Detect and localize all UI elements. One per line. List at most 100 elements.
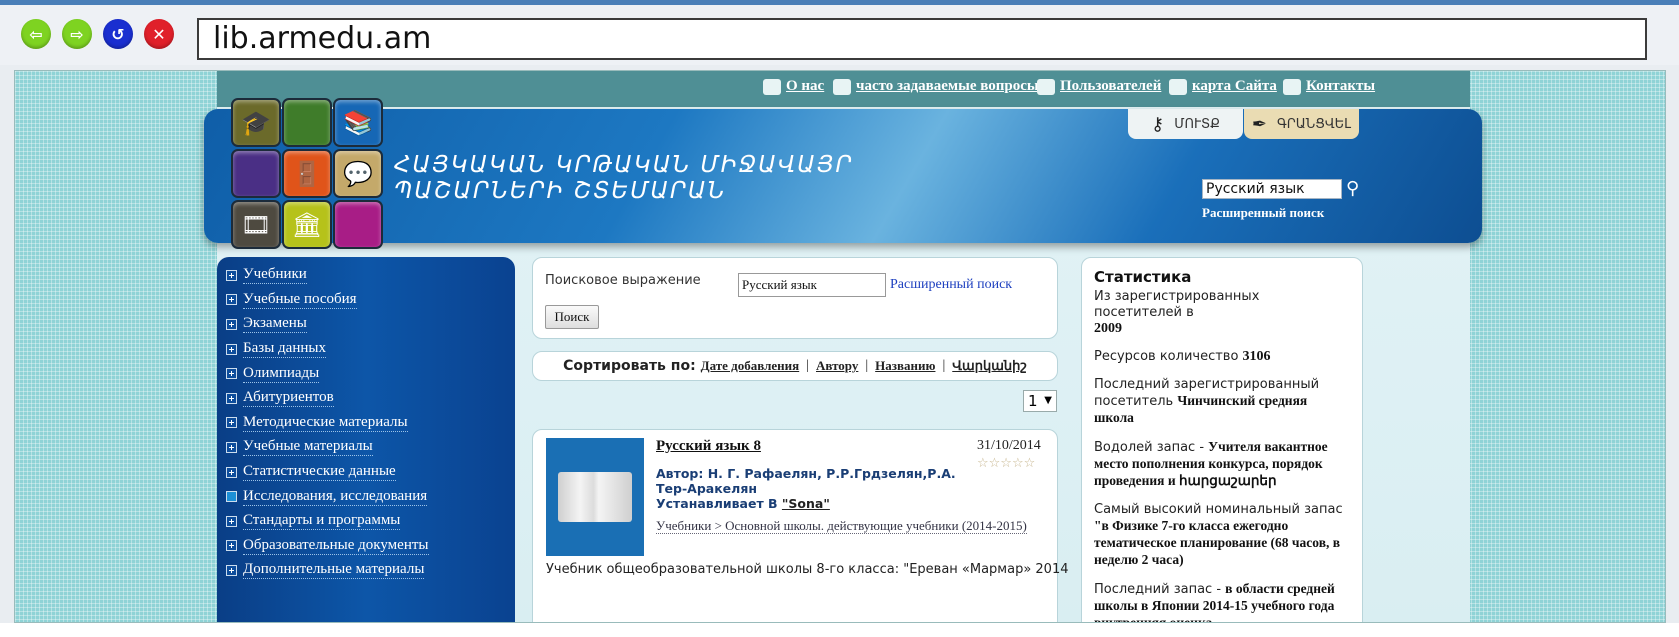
search-button[interactable]: Поиск (545, 305, 599, 329)
reload-icon: ↺ (111, 24, 125, 44)
menu-item[interactable]: Образовательные документы (226, 534, 515, 559)
page-select[interactable]: 1 ▼ (1023, 390, 1057, 412)
toplink-faq[interactable]: часто задаваемые вопросы (833, 78, 1039, 95)
forward-button[interactable]: ⇨ (62, 19, 92, 49)
menu-item-label: Статистические данные (243, 463, 396, 482)
close-icon: ✕ (152, 24, 166, 44)
menu-item-label: Учебные пособия (243, 290, 357, 309)
tile-film-icon[interactable]: 🎞 (231, 200, 281, 249)
expand-plus-icon[interactable] (226, 466, 237, 478)
stat-last-user: Последний зарегистрированный посетитель … (1094, 377, 1320, 425)
sitemap-icon (1169, 78, 1187, 95)
header-search-input[interactable]: Русский язык (1202, 179, 1342, 199)
stat-aquarius: Водолей запас - Учителя вакантное место … (1094, 439, 1328, 488)
menu-item[interactable]: Экзамены (226, 312, 515, 337)
toplink-contacts[interactable]: Контакты (1283, 78, 1375, 95)
tile-speech-icon[interactable]: 💬 (333, 149, 383, 198)
menu-item-label: Базы данных (243, 340, 326, 359)
expand-plus-icon[interactable] (226, 392, 237, 404)
tile-emblem-icon[interactable]: 🏛 (282, 200, 332, 249)
back-button[interactable]: ⇦ (21, 19, 51, 49)
sort-by-author[interactable]: Автору (816, 358, 858, 374)
stop-button[interactable]: ✕ (144, 19, 174, 49)
menu-item[interactable]: Дополнительные материалы (226, 558, 515, 583)
expand-plus-icon[interactable] (226, 318, 237, 330)
menu-item[interactable]: Стандарты и программы (226, 509, 515, 534)
result-author: Автор: Н. Г. Рафаелян, Р.Р.Грдзелян,Р.А.… (656, 466, 956, 496)
pen-icon: ✒ (1251, 113, 1267, 135)
tile-graduation-icon[interactable]: 🎓 (231, 98, 281, 147)
square-icon[interactable] (226, 491, 237, 503)
category-link[interactable]: Учебники > Основной школы. действующие у… (656, 518, 1027, 534)
menu-item[interactable]: Учебники (226, 263, 515, 288)
menu-item-label: Экзамены (243, 315, 307, 334)
expand-plus-icon[interactable] (226, 540, 237, 552)
expand-plus-icon[interactable] (226, 515, 237, 527)
arrow-left-icon: ⇦ (29, 24, 43, 44)
users-icon (1037, 78, 1055, 95)
window-bottom-border (0, 623, 1679, 637)
category-menu: Учебники Учебные пособия Экзамены Базы данн… (217, 257, 515, 622)
browser-toolbar: ⇦ ⇨ ↺ ✕ lib.armedu.am (0, 5, 1679, 65)
sort-by-date[interactable]: Дате добавления (701, 358, 800, 374)
tile-books-icon[interactable]: 📚 (333, 98, 383, 147)
login-button[interactable]: ⚷ ՄՈՒՏՔ (1128, 109, 1243, 139)
menu-item[interactable]: Учебные материалы (226, 435, 515, 460)
register-button[interactable]: ✒ ԳՐԱՆՑՎԵԼ (1244, 109, 1359, 139)
statistics-panel: Статистика Из зарегистрированных посетит… (1081, 257, 1363, 622)
expand-plus-icon[interactable] (226, 417, 237, 429)
sort-label: Сортировать по: (563, 358, 696, 374)
result-title[interactable]: Русский язык 8 (656, 438, 761, 455)
uploader-link[interactable]: "Sona" (782, 496, 830, 511)
expand-plus-icon[interactable] (226, 368, 237, 380)
book-cover-image[interactable] (546, 438, 644, 556)
expand-plus-icon[interactable] (226, 441, 237, 453)
sort-separator: | (865, 358, 869, 373)
address-bar[interactable]: lib.armedu.am (197, 18, 1647, 60)
menu-item[interactable]: Методические материалы (226, 411, 515, 436)
reload-button[interactable]: ↺ (103, 19, 133, 49)
tile-purple-icon[interactable] (231, 149, 281, 198)
rating-stars[interactable]: ☆☆☆☆☆ (977, 456, 1035, 471)
sort-by-title[interactable]: Названию (875, 358, 935, 374)
menu-item[interactable]: Базы данных (226, 337, 515, 362)
menu-item-label: Абитуриентов (243, 389, 334, 408)
search-input[interactable]: Русский язык (738, 273, 886, 297)
search-icon[interactable]: ⚲ (1346, 178, 1359, 199)
menu-item[interactable]: Учебные пособия (226, 288, 515, 313)
sort-separator: | (942, 358, 946, 373)
stat-resources: Ресурсов количество 3106 (1094, 349, 1271, 364)
search-label: Поисковое выражение (545, 273, 701, 288)
expand-plus-icon[interactable] (226, 343, 237, 355)
menu-item-label: Стандарты и программы (243, 512, 401, 531)
result-category: Учебники > Основной школы. действующие у… (656, 518, 1027, 534)
menu-item-label: Дополнительные материалы (243, 561, 425, 580)
stat-registered: Из зарегистрированных посетителей в 2009 (1094, 289, 1260, 336)
tile-magenta-icon[interactable] (333, 200, 383, 249)
toplink-sitemap[interactable]: карта Сайта (1169, 78, 1277, 95)
menu-item[interactable]: Статистические данные (226, 460, 515, 485)
menu-item-label: Методические материалы (243, 413, 408, 432)
page-viewport: О нас часто задаваемые вопросы Пользоват… (14, 70, 1666, 623)
header-advanced-search-link[interactable]: Расширенный поиск (1202, 205, 1324, 221)
expand-plus-icon[interactable] (226, 564, 237, 576)
tile-green-icon[interactable] (282, 98, 332, 147)
site-title[interactable]: ՀԱՅԿԱԿԱՆ ԿՐԹԱԿԱՆ ՄԻՋԱՎԱՅՐ ՊԱՇԱՐՆԵՐԻ ՇՏԵՄ… (394, 152, 854, 204)
tile-door-icon[interactable]: 🚪 (282, 149, 332, 198)
chevron-down-icon: ▼ (1044, 395, 1052, 406)
expand-plus-icon[interactable] (226, 269, 237, 281)
menu-item[interactable]: Олимпиады (226, 361, 515, 386)
menu-item-label: Образовательные документы (243, 536, 429, 555)
site-header: 🎓 📚 🚪 💬 🎞 🏛 ՀԱՅԿԱԿԱՆ ԿՐԹԱԿԱՆ ՄԻՋԱՎԱՅՐ ՊԱ… (204, 98, 1482, 249)
menu-item[interactable]: Абитуриентов (226, 386, 515, 411)
toplink-users[interactable]: Пользователей (1037, 78, 1161, 95)
result-item: Русский язык 8 31/10/2014 ☆☆☆☆☆ Автор: Н… (532, 429, 1069, 622)
open-book-icon (558, 472, 632, 522)
toplink-about[interactable]: О нас (763, 78, 824, 95)
search-panel: Поисковое выражение Русский язык Расшире… (532, 257, 1058, 339)
menu-item[interactable]: Исследования, исследования (226, 484, 515, 509)
menu-item-label: Исследования, исследования (243, 487, 428, 506)
sort-by-rating[interactable]: Վարկանիշ (952, 358, 1027, 374)
expand-plus-icon[interactable] (226, 294, 237, 306)
advanced-search-link[interactable]: Расширенный поиск (890, 277, 1012, 293)
